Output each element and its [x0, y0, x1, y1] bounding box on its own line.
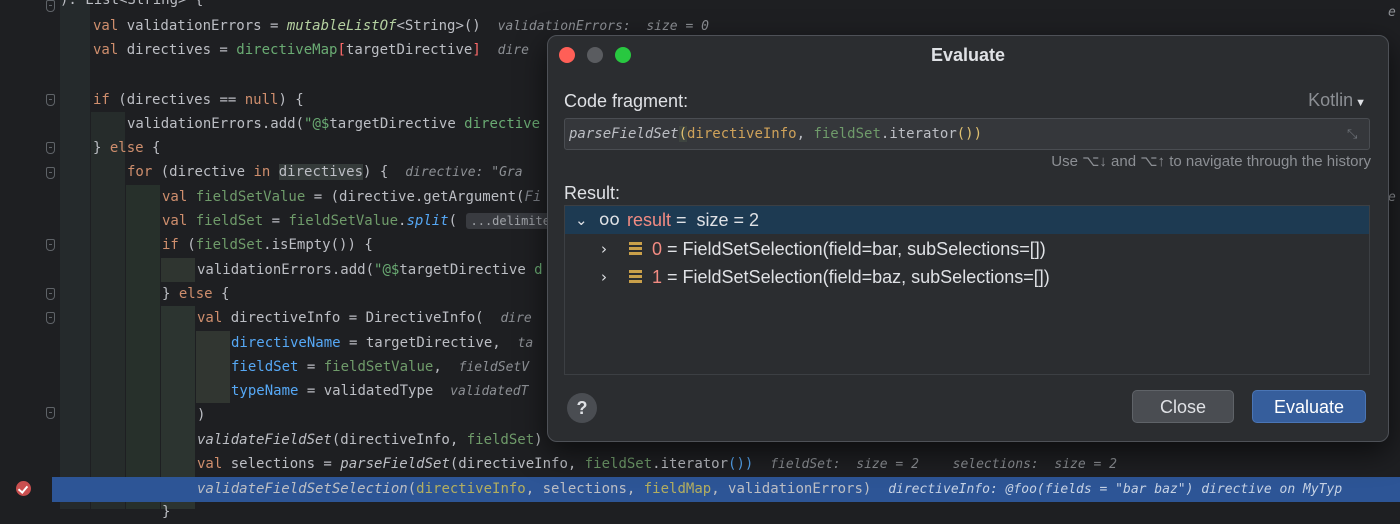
dialog-titlebar[interactable]: Evaluate — [548, 36, 1388, 74]
code-end: ()) — [956, 126, 983, 142]
code-line: for (directive in directives) { directiv… — [127, 164, 523, 180]
inline-value-hint: e — [1388, 190, 1396, 205]
language-label: Kotlin — [1308, 90, 1354, 110]
code-line: typeName = validatedType validatedT — [231, 383, 529, 399]
tree-row-result[interactable]: ⌄ oo result = size = 2 — [565, 206, 1369, 234]
chevron-down-icon: ▼ — [1355, 97, 1366, 109]
code-fn: parseFieldSet — [569, 126, 679, 142]
code-sep: , — [796, 126, 814, 142]
code-arg1: directiveInfo — [687, 126, 797, 142]
field-icon — [629, 270, 642, 284]
code-line: if (fieldSet.isEmpty()) { — [162, 237, 373, 253]
item-node-text: 1 = FieldSetSelection(field=baz, subSele… — [652, 267, 1050, 287]
code-line: val fieldSetValue = (directive.getArgume… — [162, 189, 542, 205]
field-icon — [629, 242, 642, 256]
code-line: val directives = directiveMap[targetDire… — [93, 42, 529, 58]
inline-value-hint: dire — [500, 311, 532, 326]
code-line: } else { — [162, 286, 230, 302]
code-line: validationErrors.add("@$targetDirective … — [197, 262, 543, 278]
inline-value-hint: validatedT — [450, 384, 529, 399]
code-line: if (directives == null) { — [93, 92, 304, 108]
inline-value-hint: e — [1388, 5, 1396, 20]
close-button[interactable]: Close — [1132, 390, 1234, 423]
inline-value-hint: dire — [497, 43, 529, 58]
inline-value-hint: directive: "Gra — [405, 165, 523, 180]
language-selector[interactable]: Kotlin ▼ — [1308, 90, 1366, 111]
chevron-right-icon[interactable]: › — [601, 263, 607, 291]
inline-value-hint: fieldSet: size = 2 — [770, 457, 919, 472]
code-line: validateFieldSet(directiveInfo, fieldSet… — [197, 432, 543, 448]
code-line: } else { — [93, 140, 161, 156]
collapse-editor-icon[interactable]: ⤡ — [1347, 128, 1361, 142]
inline-value-hint: directiveInfo: @foo(fields = "bar baz") … — [888, 482, 1343, 497]
code-line: val selections = parseFieldSet(directive… — [197, 456, 1117, 472]
code-line: validationErrors.add("@$targetDirective … — [127, 116, 541, 132]
chevron-down-icon[interactable]: ⌄ — [575, 206, 588, 234]
code-line: } — [162, 504, 171, 520]
inline-value-hint: fieldSetV — [458, 360, 530, 375]
item-node-text: 0 = FieldSetSelection(field=bar, subSele… — [652, 239, 1046, 259]
watch-glasses-icon: oo — [599, 210, 620, 230]
code-paren: ( — [678, 126, 688, 142]
code-line: ): List<String> { — [60, 0, 204, 8]
dialog-title: Evaluate — [930, 45, 1006, 65]
result-label: Result: — [564, 183, 621, 203]
code-line-current: validateFieldSetSelection(directiveInfo,… — [197, 481, 1343, 497]
evaluate-dialog: Evaluate Code fragment: Kotlin ▼ parseFie… — [547, 35, 1389, 442]
code-tail: .iterator — [880, 126, 957, 142]
code-line: val directiveInfo = DirectiveInfo( dire — [197, 310, 532, 326]
inline-value-hint: selections: size = 2 — [952, 457, 1117, 472]
code-line: val fieldSet = fieldSetValue.split( ...d… — [162, 209, 570, 233]
result-tree[interactable]: ⌄ oo result = size = 2 › 0 = FieldSetSel… — [564, 205, 1370, 375]
chevron-right-icon[interactable]: › — [601, 235, 607, 263]
code-fragment-label: Code fragment: — [564, 91, 689, 111]
code-arg2: fieldSet — [813, 126, 881, 142]
code-line: directiveName = targetDirective, ta — [231, 335, 534, 351]
inline-value-hint: validationErrors: size = 0 — [497, 19, 709, 34]
result-node-text: result = size = 2 — [627, 210, 760, 230]
code-line: fieldSet = fieldSetValue, fieldSetV — [231, 359, 530, 375]
help-button[interactable]: ? — [567, 393, 597, 423]
tree-row-item[interactable]: › 0 = FieldSetSelection(field=bar, subSe… — [565, 235, 1369, 263]
code-line: ) — [197, 407, 206, 423]
history-hint: Use ⌥↓ and ⌥↑ to navigate through the hi… — [1051, 153, 1371, 170]
tree-row-item[interactable]: › 1 = FieldSetSelection(field=baz, subSe… — [565, 263, 1369, 291]
evaluate-button[interactable]: Evaluate — [1252, 390, 1366, 423]
inline-value-hint: ta — [517, 336, 534, 351]
code-fragment-input[interactable]: parseFieldSet(directiveInfo, fieldSet.it… — [564, 118, 1370, 150]
